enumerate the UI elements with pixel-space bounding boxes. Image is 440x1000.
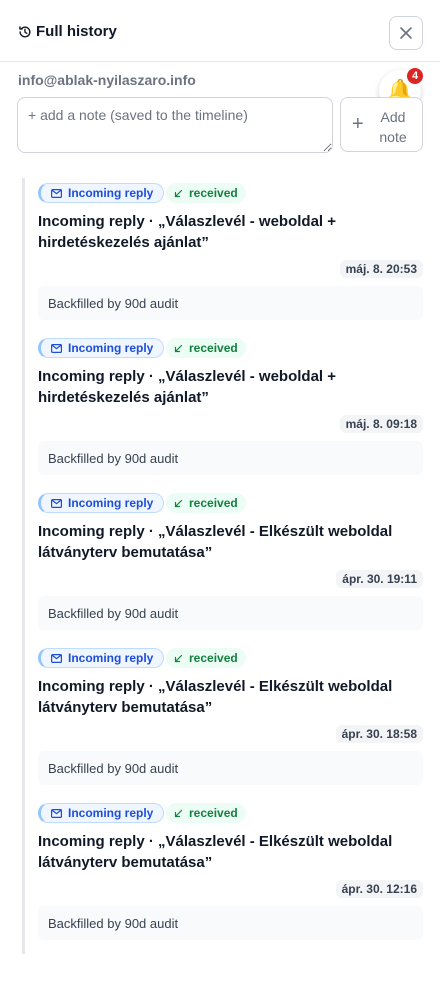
entry-status-label: received: [189, 496, 238, 510]
add-note-label: Add note: [379, 109, 407, 145]
mail-icon: [51, 498, 62, 508]
received-status-chip: received: [166, 648, 246, 668]
entry-note: Backfilled by 90d audit: [38, 596, 423, 630]
entry-title: Incoming reply · „Válaszlevél - weboldal…: [38, 368, 337, 406]
timeline-entry[interactable]: Incoming reply received Incoming reply ·…: [38, 335, 423, 475]
entry-note: Backfilled by 90d audit: [38, 286, 423, 320]
entry-status-label: received: [189, 341, 238, 355]
incoming-reply-chip: Incoming reply: [38, 338, 165, 358]
incoming-reply-chip: Incoming reply: [38, 493, 165, 513]
mail-icon: [51, 653, 62, 663]
mail-icon: [51, 343, 62, 353]
arrow-down-left-icon: [174, 344, 183, 352]
timeline-entry[interactable]: Incoming reply received Incoming reply ·…: [38, 490, 423, 630]
entry-timestamp: ápr. 30. 12:16: [335, 880, 423, 898]
entry-timestamp: máj. 8. 20:53: [339, 260, 423, 278]
plus-icon: +: [352, 113, 364, 135]
page-title: Full history: [36, 23, 117, 40]
entry-title: Incoming reply · „Válaszlevél - Elkészül…: [38, 523, 393, 561]
add-note-button[interactable]: + Add note: [340, 97, 423, 152]
entry-note: Backfilled by 90d audit: [38, 751, 423, 785]
arrow-down-left-icon: [174, 499, 183, 507]
note-input[interactable]: [17, 97, 333, 153]
mail-icon: [51, 188, 62, 198]
timeline-entry[interactable]: Incoming reply received Incoming reply ·…: [38, 645, 423, 785]
entry-type-label: Incoming reply: [68, 651, 154, 665]
entry-note: Backfilled by 90d audit: [38, 441, 423, 475]
entry-status-label: received: [189, 651, 238, 665]
arrow-down-left-icon: [174, 654, 183, 662]
arrow-down-left-icon: [174, 189, 183, 197]
notification-count-badge: 4: [405, 66, 425, 86]
entry-status-label: received: [189, 806, 238, 820]
close-icon: [400, 27, 412, 39]
contact-email: info@ablak-nyilaszaro.info: [18, 72, 196, 88]
timeline-entry[interactable]: Incoming reply received Incoming reply ·…: [38, 180, 423, 320]
entry-title: Incoming reply · „Válaszlevél - Elkészül…: [38, 833, 393, 871]
mail-icon: [51, 808, 62, 818]
entry-title: Incoming reply · „Válaszlevél - Elkészül…: [38, 678, 393, 716]
entry-type-label: Incoming reply: [68, 806, 154, 820]
entry-timestamp: ápr. 30. 19:11: [336, 570, 423, 588]
entry-type-label: Incoming reply: [68, 186, 154, 200]
incoming-reply-chip: Incoming reply: [38, 648, 165, 668]
entry-timestamp: ápr. 30. 18:58: [335, 725, 423, 743]
received-status-chip: received: [166, 493, 246, 513]
arrow-down-left-icon: [174, 809, 183, 817]
incoming-reply-chip: Incoming reply: [38, 183, 165, 203]
entry-timestamp: máj. 8. 09:18: [339, 415, 423, 433]
entry-title: Incoming reply · „Válaszlevél - weboldal…: [38, 213, 337, 251]
entry-type-label: Incoming reply: [68, 496, 154, 510]
entry-status-label: received: [189, 186, 238, 200]
entry-type-label: Incoming reply: [68, 341, 154, 355]
entry-note: Backfilled by 90d audit: [38, 906, 423, 940]
incoming-reply-chip: Incoming reply: [38, 803, 165, 823]
close-button[interactable]: [389, 16, 423, 50]
received-status-chip: received: [166, 338, 246, 358]
timeline-entry[interactable]: Incoming reply received Incoming reply ·…: [38, 800, 423, 940]
received-status-chip: received: [166, 803, 246, 823]
panel-header: Full history: [0, 0, 440, 62]
received-status-chip: received: [166, 183, 246, 203]
history-icon: [19, 26, 31, 38]
timeline-line: [22, 178, 25, 954]
